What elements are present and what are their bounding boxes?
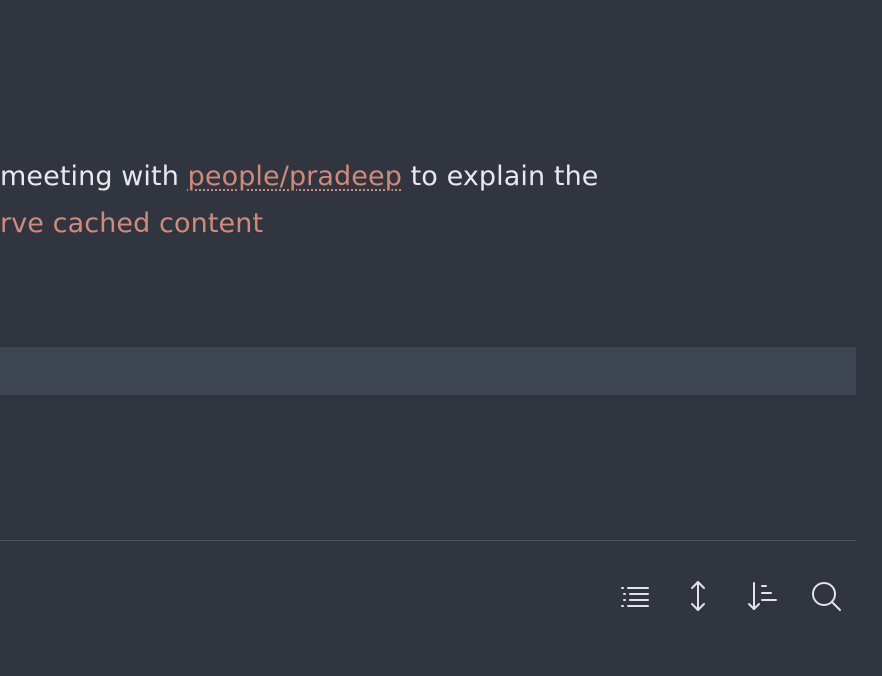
sort-button[interactable] xyxy=(740,574,784,618)
text-line[interactable]: rve cached content xyxy=(0,206,263,242)
text-line[interactable]: meeting with people/pradeep to explain t… xyxy=(0,159,599,195)
sort-descending-icon xyxy=(748,582,777,610)
line-text-after-link: to explain the xyxy=(401,161,599,192)
cached-content-link[interactable]: rve cached content xyxy=(0,208,263,239)
selected-line-highlight[interactable] xyxy=(0,347,856,395)
search-button[interactable] xyxy=(804,574,848,618)
search-icon xyxy=(812,582,841,611)
outline-button[interactable] xyxy=(612,574,656,618)
line-text-before-link: meeting with xyxy=(0,161,188,192)
footer-divider xyxy=(0,540,856,541)
bottom-toolbar xyxy=(612,574,852,618)
outline-list-icon xyxy=(621,587,649,607)
person-link-pradeep[interactable]: people/pradeep xyxy=(188,161,402,192)
note-editor[interactable]: meeting with people/pradeep to explain t… xyxy=(0,0,882,676)
expand-vertical-icon xyxy=(691,581,705,611)
expand-collapse-button[interactable] xyxy=(676,574,720,618)
